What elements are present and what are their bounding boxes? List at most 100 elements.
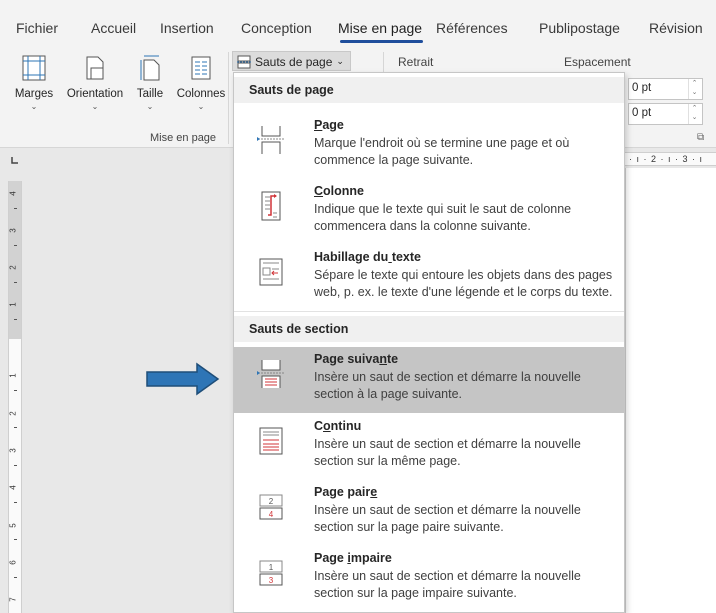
stepper-arrows-icon[interactable]: ⌃ ⌄ [688, 79, 700, 99]
menu-item-odd-page-section[interactable]: 13 Page impaire Insère un saut de sectio… [234, 546, 624, 612]
ruler-number: 6 [8, 560, 18, 565]
accelerator-key: P [314, 118, 323, 132]
accelerator-key: e [370, 485, 378, 499]
spacing-after-stepper[interactable]: 0 pt ⌃ ⌄ [628, 103, 703, 125]
menu-item-text-wrapping[interactable]: Habillage du texte Sépare le texte qui e… [234, 245, 624, 311]
svg-text:3: 3 [269, 576, 274, 585]
horizontal-ruler[interactable]: · ı · 2 · ı · 3 · ı [625, 152, 716, 166]
ruler-number: 4 [8, 191, 18, 196]
tab-conception[interactable]: Conception [241, 20, 312, 36]
menu-item-title: Habillage du texte [314, 250, 421, 264]
accel-letter: Colonne [314, 184, 364, 198]
tab-publipostage[interactable]: Publipostage [539, 20, 620, 36]
ruler-number: 1 [8, 373, 18, 378]
svg-text:2: 2 [269, 497, 274, 506]
tab-insertion[interactable]: Insertion [160, 20, 214, 36]
tab-accueil[interactable]: Accueil [91, 20, 136, 36]
size-label: Taille [136, 88, 164, 100]
breaks-label: Sauts de page [255, 54, 333, 69]
size-button[interactable]: Taille ⌄ [128, 54, 172, 111]
ruler-tick [14, 539, 17, 540]
orientation-label: Orientation [66, 88, 124, 100]
spacing-before-value: 0 pt [632, 82, 652, 94]
ruler-tick [14, 427, 17, 428]
menu-item-title: Colonne [314, 184, 364, 198]
margins-button[interactable]: Marges ⌄ [4, 54, 64, 111]
ruler-number: 2 [8, 265, 18, 270]
breaks-dropdown-menu: Sauts de page Page Marque l'endroit où s… [233, 72, 625, 613]
menu-item-even-page-section[interactable]: 24 Page paire Insère un saut de section … [234, 480, 624, 546]
accel-letter: Page [314, 118, 344, 132]
chevron-down-icon: ⌄ [91, 102, 99, 111]
ruler-number: 4 [8, 485, 18, 490]
stepper-arrows-icon[interactable]: ⌃ ⌄ [688, 104, 700, 124]
menu-item-title-text: Habillage du texte [314, 250, 421, 264]
chevron-down-icon: ⌄ [336, 56, 344, 66]
section-heading-section-breaks: Sauts de section [249, 322, 349, 336]
tab-revision[interactable]: Révision [649, 20, 703, 36]
menu-item-description: Insère un saut de section et démarre la … [314, 569, 581, 600]
margins-label: Marges [14, 88, 54, 100]
ruler-tick [14, 245, 17, 246]
menu-item-title-text: Page suivante [314, 352, 399, 366]
svg-text:4: 4 [269, 510, 274, 519]
page-break-icon [257, 126, 284, 154]
separator [383, 52, 384, 72]
margins-icon [22, 55, 46, 81]
text-wrapping-icon [259, 258, 283, 286]
chevron-down-icon: ⌄ [197, 102, 205, 111]
document-page[interactable] [625, 168, 716, 613]
accelerator-key: i [347, 551, 351, 565]
tab-mise-en-page[interactable]: Mise en page [338, 20, 422, 36]
accelerator-key: o [323, 419, 331, 433]
ruler-tick [14, 502, 17, 503]
ruler-tick [14, 390, 17, 391]
ruler-tick [14, 208, 17, 209]
menu-item-title-text: Page impaire [314, 551, 392, 565]
ruler-tick [14, 465, 17, 466]
active-tab-indicator [340, 40, 423, 43]
orientation-icon [86, 56, 104, 80]
menu-item-title: Page suivante [314, 352, 398, 366]
section-heading-page-breaks: Sauts de page [249, 83, 334, 97]
menu-item-title-text: Continu [314, 419, 362, 433]
menu-item-title: Page paire [314, 485, 377, 499]
menu-item-column-break[interactable]: Colonne Indique que le texte qui suit le… [234, 179, 624, 245]
tab-selector-icon[interactable] [8, 154, 22, 166]
ruler-tick [14, 577, 17, 578]
spacing-label: Espacement [564, 55, 631, 69]
tab-fichier[interactable]: Fichier [16, 20, 58, 36]
chevron-down-icon: ⌄ [30, 102, 38, 111]
page-breaks-icon [237, 55, 251, 68]
menu-item-title-text: Page paire [314, 485, 378, 499]
dialog-launcher-icon[interactable]: ⧉ [697, 132, 704, 143]
breaks-button[interactable]: Sauts de page ⌄ [232, 51, 351, 71]
ruler-tick [14, 319, 17, 320]
ruler-number: 2 [8, 411, 18, 416]
menu-item-next-page-section[interactable]: Page suivante Insère un saut de section … [234, 347, 624, 413]
ruler-tick [14, 282, 17, 283]
menu-item-title: Continu [314, 419, 361, 433]
menu-item-page-break[interactable]: Page Marque l'endroit où se termine une … [234, 113, 624, 179]
spacing-before-stepper[interactable]: 0 pt ⌃ ⌄ [628, 78, 703, 100]
ruler-number: 1 [8, 302, 18, 307]
vertical-ruler[interactable]: 4 3 2 1 1 2 3 4 5 6 7 [8, 181, 22, 613]
orientation-button[interactable]: Orientation ⌄ [64, 54, 126, 111]
accelerator-key [388, 250, 391, 264]
ruler-number: 5 [8, 523, 18, 528]
even-page-section-icon: 24 [259, 494, 283, 520]
menu-item-description: Insère un saut de section et démarre la … [314, 437, 581, 468]
continuous-section-icon [259, 427, 283, 455]
accelerator-key: n [379, 352, 387, 366]
odd-page-section-icon: 13 [259, 560, 283, 586]
menu-item-description: Marque l'endroit où se termine une page … [314, 136, 570, 167]
menu-item-description: Insère un saut de section et démarre la … [314, 503, 581, 534]
indent-label: Retrait [398, 55, 434, 69]
columns-icon [191, 56, 211, 80]
tab-references[interactable]: Références [436, 20, 508, 36]
columns-button[interactable]: Colonnes ⌄ [174, 54, 228, 111]
size-icon [140, 55, 160, 81]
svg-text:1: 1 [269, 563, 274, 572]
menu-item-continuous-section[interactable]: Continu Insère un saut de section et dém… [234, 414, 624, 480]
ruler-margin-shade [9, 181, 21, 339]
